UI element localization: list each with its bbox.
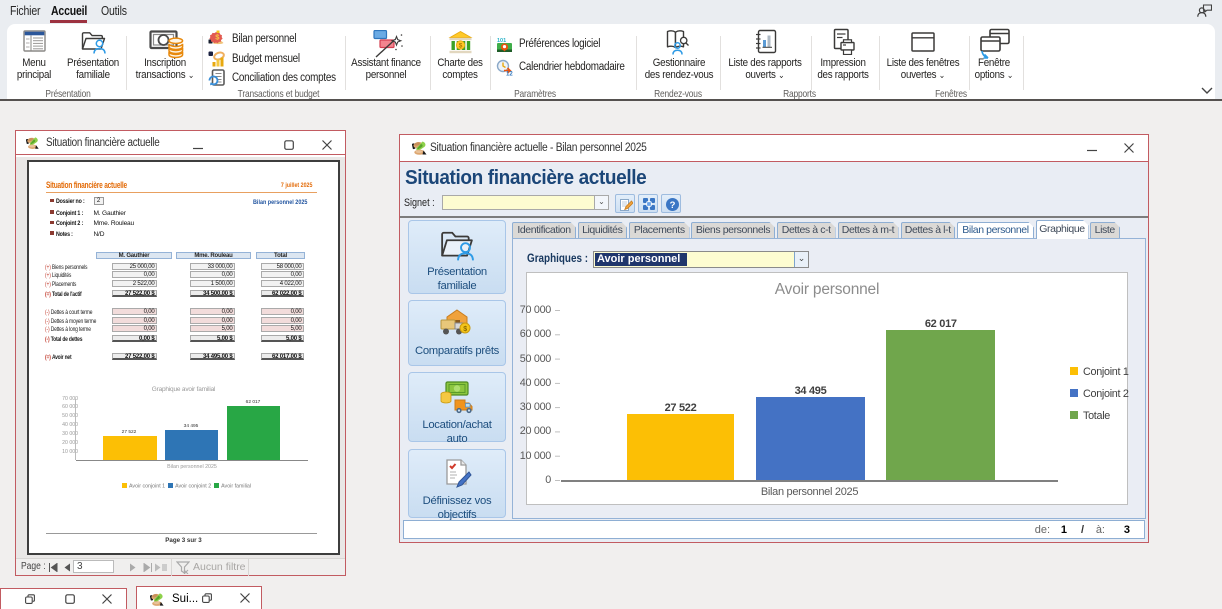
svg-text:?: ? bbox=[669, 200, 675, 211]
svg-text:$: $ bbox=[459, 43, 463, 50]
svg-text:$: $ bbox=[463, 326, 467, 333]
svg-text:12: 12 bbox=[506, 72, 513, 77]
